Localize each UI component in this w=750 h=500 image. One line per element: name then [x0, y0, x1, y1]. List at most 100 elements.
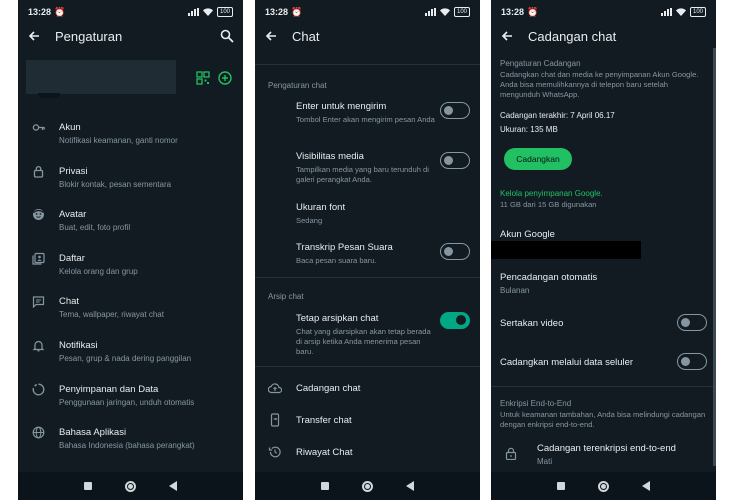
page-title: Chat	[292, 28, 320, 44]
settings-item-language[interactable]: Bahasa Aplikasi Bahasa Indonesia (bahasa…	[18, 418, 243, 462]
auto-backup-value: Bulanan	[500, 286, 530, 295]
settings-item-subtitle: Bahasa Indonesia (bahasa perangkat)	[59, 441, 195, 451]
settings-item-title: Akun	[59, 122, 81, 133]
storage-usage-text: 11 GB dari 15 GB digunakan	[500, 200, 597, 209]
add-circle-icon[interactable]	[218, 71, 232, 85]
settings-item-subtitle: Notifikasi keamanan, ganti nomor	[59, 136, 178, 145]
settings-item-title: Chat	[59, 296, 80, 308]
include-video-toggle[interactable]	[677, 314, 707, 331]
back-arrow-icon[interactable]	[264, 29, 278, 43]
section-header-chat-archive: Arsip chat	[268, 292, 304, 301]
wifi-icon	[202, 8, 213, 16]
option-voice-transcript[interactable]: Transkrip Pesan Suara Baca pesan suara b…	[296, 242, 436, 266]
settings-item-title: Daftar	[59, 252, 85, 264]
option-media-visibility[interactable]: Visibilitas media Tampilkan media yang b…	[296, 151, 436, 185]
section-header-chat-settings: Pengaturan chat	[268, 81, 327, 90]
option-keep-archived[interactable]: Tetap arsipkan chat Chat yang diarsipkan…	[296, 313, 436, 357]
option-subtitle: Baca pesan suara baru.	[296, 256, 377, 265]
globe-icon	[32, 426, 45, 439]
settings-item-notifications[interactable]: Notifikasi Pesan, grup & nada dering pan…	[18, 331, 243, 375]
status-time: 13:28	[28, 7, 52, 17]
chat-backup-screen: 13:28 ⏰ 100 Cadangan chat Pengaturan Cad…	[491, 0, 716, 500]
back-button[interactable]	[641, 481, 650, 491]
search-icon[interactable]	[220, 29, 234, 43]
keep-archived-toggle[interactable]	[440, 312, 470, 329]
phone-transfer-icon	[270, 413, 280, 427]
back-arrow-icon[interactable]	[27, 29, 41, 43]
settings-item-subtitle: Kelola orang dan grup	[59, 266, 138, 276]
settings-item-storage[interactable]: Penyimpanan dan Data Penggunaan jaringan…	[18, 375, 243, 419]
include-video-label: Sertakan video	[500, 318, 564, 329]
back-button[interactable]	[405, 481, 414, 491]
divider	[255, 277, 480, 278]
voice-transcript-toggle[interactable]	[440, 243, 470, 260]
status-time: 13:28	[501, 7, 525, 17]
signal-icon	[187, 8, 199, 16]
chat-backup-link[interactable]: Cadangan chat	[296, 383, 360, 394]
google-account-label[interactable]: Akun Google	[500, 229, 555, 240]
battery-icon: 100	[216, 7, 233, 17]
profile-card[interactable]	[26, 60, 176, 94]
option-title: Ukuran font	[296, 202, 346, 213]
option-enter-to-send[interactable]: Enter untuk mengirim Tombol Enter akan m…	[296, 101, 436, 125]
list-icon	[32, 252, 45, 265]
recents-button[interactable]	[321, 482, 330, 490]
option-title: Tetap arsipkan chat	[296, 313, 379, 324]
home-button[interactable]	[124, 480, 136, 492]
home-button[interactable]	[597, 480, 609, 492]
enter-to-send-toggle[interactable]	[440, 102, 470, 119]
wifi-icon	[675, 8, 686, 16]
media-visibility-toggle[interactable]	[440, 152, 470, 169]
home-button[interactable]	[361, 480, 373, 492]
recents-button[interactable]	[557, 482, 566, 490]
option-subtitle: Tampilkan media yang baru terunduh di ga…	[296, 165, 429, 184]
option-font-size[interactable]: Ukuran font Sedang	[296, 202, 436, 226]
chat-history-link[interactable]: Riwayat Chat	[296, 447, 353, 458]
settings-item-chat[interactable]: Chat Tema, wallpaper, riwayat chat	[18, 287, 243, 331]
option-title: Visibilitas media	[296, 151, 364, 162]
lock-icon	[505, 447, 517, 460]
settings-item-privacy[interactable]: Privasi Blokir kontak, pesan sementara	[18, 157, 243, 201]
history-icon	[268, 446, 281, 458]
status-bar: 13:28 ⏰ 100	[491, 0, 716, 24]
settings-item-lists[interactable]: Daftar Kelola orang dan grup	[18, 244, 243, 288]
avatar-icon	[33, 209, 44, 221]
settings-item-subtitle: Tema, wallpaper, riwayat chat	[59, 310, 164, 320]
divider	[255, 366, 480, 367]
system-nav-bar	[491, 472, 716, 500]
chat-settings-screen: 13:28 ⏰ 100 Chat Pengaturan chat Enter u…	[255, 0, 480, 500]
back-arrow-icon[interactable]	[500, 29, 514, 43]
bell-icon	[32, 340, 45, 352]
alarm-icon: ⏰	[291, 6, 303, 17]
cellular-backup-toggle[interactable]	[677, 353, 707, 370]
chat-transfer-link[interactable]: Transfer chat	[296, 415, 352, 426]
settings-item-subtitle: Blokir kontak, pesan sementara	[59, 179, 172, 189]
option-subtitle: Chat yang diarsipkan akan tetap berada d…	[296, 327, 431, 356]
signal-icon	[424, 8, 436, 16]
recents-button[interactable]	[84, 482, 93, 490]
manage-google-storage-link[interactable]: Kelola penyimpanan Google.	[500, 189, 603, 198]
backup-button[interactable]: Cadangkan	[504, 148, 572, 170]
app-bar: Pengaturan	[18, 24, 243, 48]
back-button[interactable]	[168, 481, 177, 491]
qr-code-icon[interactable]	[196, 71, 210, 85]
settings-list: Akun Notifikasi keamanan, ganti nomor Pr…	[18, 113, 243, 462]
redacted-account-email	[491, 241, 641, 259]
option-subtitle: Tombol Enter akan mengirim pesan Anda	[296, 115, 435, 124]
e2e-backup-title[interactable]: Cadangan terenkripsi end-to-end	[537, 443, 676, 454]
settings-screen: 13:28 ⏰ 100 Pengaturan Akun Notifikasi k…	[18, 0, 243, 500]
divider	[491, 386, 716, 387]
settings-item-account[interactable]: Akun Notifikasi keamanan, ganti nomor	[18, 113, 243, 157]
settings-item-avatar[interactable]: Avatar Buat, edit, foto profil	[18, 200, 243, 244]
auto-backup-label[interactable]: Pencadangan otomatis	[500, 272, 597, 283]
settings-item-title: Privasi	[59, 165, 88, 177]
signal-icon	[660, 8, 672, 16]
app-bar: Chat	[255, 24, 480, 48]
alarm-icon: ⏰	[54, 6, 66, 17]
settings-item-title: Notifikasi	[59, 339, 98, 351]
option-title: Enter untuk mengirim	[296, 101, 387, 112]
scrollbar[interactable]	[713, 48, 716, 466]
app-bar: Cadangan chat	[491, 24, 716, 48]
settings-item-subtitle: Buat, edit, foto profil	[59, 223, 131, 233]
battery-icon: 100	[453, 7, 470, 17]
